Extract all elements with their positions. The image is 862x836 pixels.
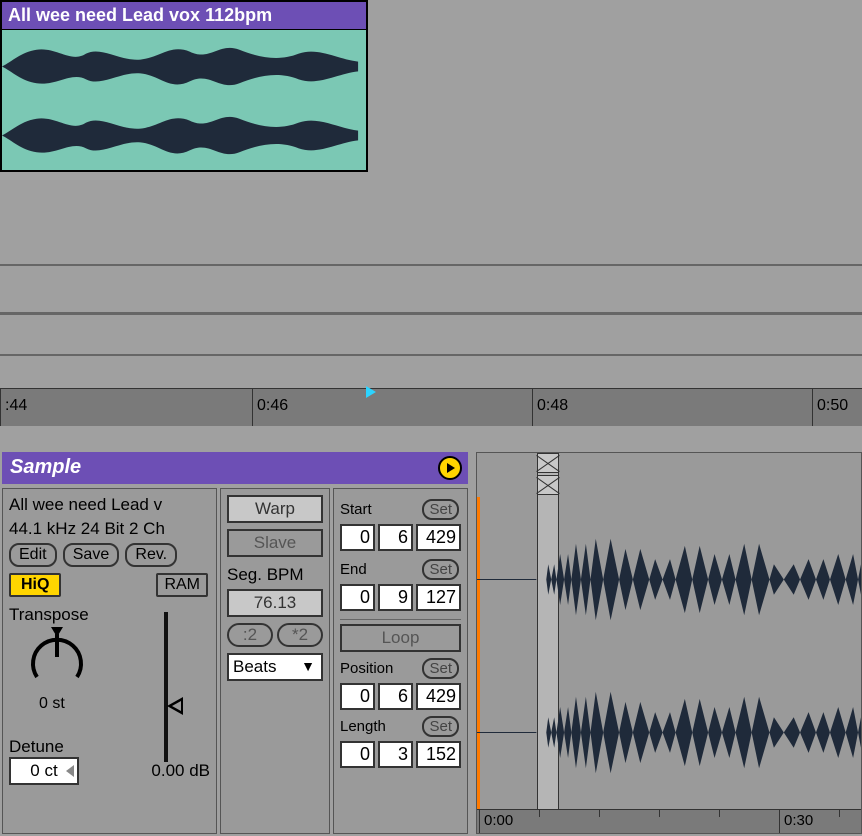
save-button[interactable]: Save: [63, 543, 119, 567]
track-divider: [0, 264, 862, 266]
warp-panel: Warp Slave Seg. BPM 76.13 :2 *2 Beats: [220, 488, 330, 834]
audio-clip[interactable]: All wee need Lead vox 112bpm: [0, 0, 368, 172]
transpose-knob[interactable]: [27, 627, 87, 697]
warp-toggle[interactable]: Warp: [227, 495, 323, 523]
seg-bpm-value[interactable]: 76.13: [227, 589, 323, 617]
sample-info-panel: All wee need Lead v 44.1 kHz 24 Bit 2 Ch…: [2, 488, 217, 834]
track-divider: [0, 354, 862, 356]
arrangement-view: All wee need Lead vox 112bpm :44 0:46 0:…: [0, 0, 862, 427]
clip-waveform[interactable]: [2, 32, 366, 170]
end-label: End: [340, 561, 367, 578]
warp-mode-select[interactable]: Beats: [227, 653, 323, 681]
position-label: Position: [340, 660, 393, 677]
warp-markers[interactable]: [537, 453, 559, 497]
hiq-toggle[interactable]: HiQ: [9, 573, 61, 597]
launch-arrow-icon[interactable]: [438, 456, 462, 480]
detune-label: Detune: [9, 737, 210, 757]
half-tempo-button[interactable]: :2: [227, 623, 273, 647]
ram-toggle[interactable]: RAM: [156, 573, 208, 597]
transpose-value: 0 st: [39, 695, 65, 713]
ruler-minor-tick: [539, 810, 540, 817]
volume-db: 0.00 dB: [151, 761, 210, 781]
position-sixteenths[interactable]: 429: [416, 683, 461, 710]
warp-marker-icon[interactable]: [537, 475, 559, 495]
slave-toggle[interactable]: Slave: [227, 529, 323, 557]
ruler-minor-tick: [599, 810, 600, 817]
time-ruler[interactable]: :44 0:46 0:48 0:50: [0, 388, 862, 426]
detune-value[interactable]: 0 ct: [9, 757, 79, 785]
ruler-minor-tick: [659, 810, 660, 817]
sample-title: Sample: [10, 456, 81, 478]
clip-detail-view: Sample All wee need Lead v 44.1 kHz 24 B…: [2, 452, 862, 834]
playhead-icon[interactable]: [366, 389, 376, 401]
ruler-minor-tick: [719, 810, 720, 817]
end-set-button[interactable]: Set: [422, 559, 459, 580]
ruler-tick: 0:48: [532, 389, 568, 426]
seg-bpm-label: Seg. BPM: [227, 565, 323, 585]
end-beats[interactable]: 9: [378, 584, 413, 611]
end-bars[interactable]: 0: [340, 584, 375, 611]
loop-toggle[interactable]: Loop: [340, 624, 461, 652]
volume-slider-track[interactable]: [164, 612, 168, 762]
position-beats[interactable]: 6: [378, 683, 413, 710]
start-beats[interactable]: 6: [378, 524, 413, 551]
double-tempo-button[interactable]: *2: [277, 623, 323, 647]
sample-time-ruler[interactable]: 0:00 0:30: [477, 809, 861, 833]
warp-marker-icon[interactable]: [537, 453, 559, 473]
length-bars[interactable]: 0: [340, 741, 375, 768]
end-sixteenths[interactable]: 127: [416, 584, 461, 611]
reverse-button[interactable]: Rev.: [125, 543, 177, 567]
ruler-tick: :44: [0, 389, 27, 426]
ruler-tick: 0:46: [252, 389, 288, 426]
sample-format: 44.1 kHz 24 Bit 2 Ch: [9, 519, 210, 539]
volume-slider-thumb[interactable]: [167, 697, 183, 715]
clip-title[interactable]: All wee need Lead vox 112bpm: [2, 2, 366, 30]
track-divider: [0, 312, 862, 315]
waveform-display[interactable]: [477, 503, 861, 809]
edit-button[interactable]: Edit: [9, 543, 57, 567]
start-sixteenths[interactable]: 429: [416, 524, 461, 551]
position-set-button[interactable]: Set: [422, 658, 459, 679]
position-bars[interactable]: 0: [340, 683, 375, 710]
length-beats[interactable]: 3: [378, 741, 413, 768]
length-label: Length: [340, 718, 386, 735]
sample-waveform-view[interactable]: 0:00 0:30: [476, 452, 862, 834]
ruler-minor-tick: [839, 810, 840, 817]
start-bars[interactable]: 0: [340, 524, 375, 551]
length-set-button[interactable]: Set: [422, 716, 459, 737]
sample-name: All wee need Lead v: [9, 495, 210, 515]
ruler-tick: 0:30: [779, 810, 813, 833]
start-label: Start: [340, 501, 372, 518]
transpose-label: Transpose: [9, 605, 210, 625]
length-sixteenths[interactable]: 152: [416, 741, 461, 768]
ruler-tick: 0:00: [479, 810, 513, 833]
start-set-button[interactable]: Set: [422, 499, 459, 520]
loop-panel: Start Set 0 6 429 End Set 0 9 127 Loop P…: [333, 488, 468, 834]
sample-panel-header: Sample: [2, 452, 468, 484]
ruler-tick: 0:50: [812, 389, 848, 426]
